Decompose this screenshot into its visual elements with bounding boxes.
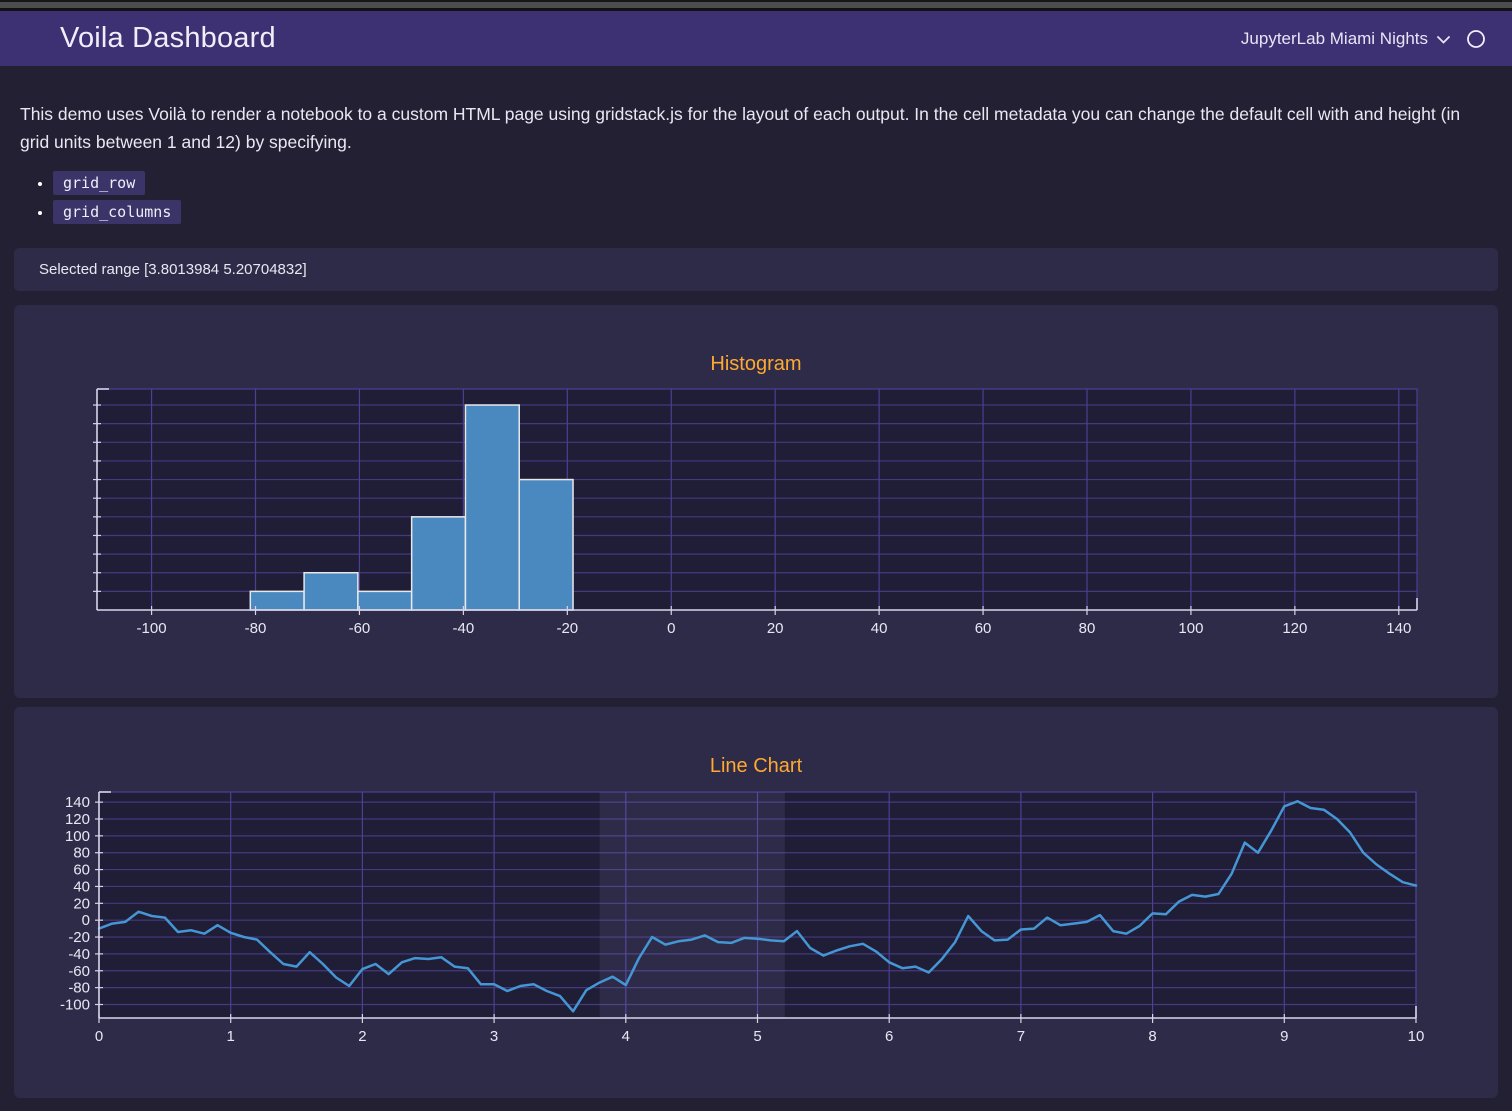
svg-text:-20: -20 <box>68 929 90 946</box>
svg-text:7: 7 <box>1017 1028 1025 1045</box>
selected-range-text: Selected range [3.8013984 5.20704832] <box>39 261 307 278</box>
histogram-bar[interactable] <box>412 517 466 610</box>
svg-text:5: 5 <box>753 1028 761 1045</box>
svg-text:140: 140 <box>65 794 90 811</box>
theme-selector-label: JupyterLab Miami Nights <box>1241 29 1428 49</box>
svg-text:-40: -40 <box>453 620 475 637</box>
svg-text:0: 0 <box>95 1028 103 1045</box>
svg-text:-60: -60 <box>68 963 90 980</box>
svg-text:140: 140 <box>1386 620 1411 637</box>
histogram-bar[interactable] <box>358 591 412 610</box>
svg-text:-20: -20 <box>556 620 578 637</box>
theme-selector[interactable]: JupyterLab Miami Nights <box>1241 29 1450 49</box>
svg-text:6: 6 <box>885 1028 893 1045</box>
svg-text:120: 120 <box>65 811 90 828</box>
svg-text:-100: -100 <box>137 620 167 637</box>
svg-text:3: 3 <box>490 1028 498 1045</box>
svg-text:10: 10 <box>1408 1028 1425 1045</box>
svg-text:80: 80 <box>1079 620 1096 637</box>
svg-text:100: 100 <box>1178 620 1203 637</box>
code-chip-grid-columns: grid_columns <box>53 200 181 224</box>
svg-text:-100: -100 <box>60 997 90 1014</box>
histogram-bar[interactable] <box>304 573 358 610</box>
svg-text:20: 20 <box>73 895 90 912</box>
linechart-panel: Line Chart 012345678910-100-80-60-40-200… <box>14 707 1498 1098</box>
list-item: grid_columns <box>53 201 1498 223</box>
linechart-figure[interactable]: 012345678910-100-80-60-40-20020406080100… <box>14 707 1498 1098</box>
svg-text:1: 1 <box>227 1028 235 1045</box>
histogram-panel: Histogram -100-80-60-40-2002040608010012… <box>14 305 1498 698</box>
page-title: Voila Dashboard <box>60 22 276 55</box>
svg-text:9: 9 <box>1280 1028 1288 1045</box>
svg-text:-60: -60 <box>349 620 371 637</box>
svg-text:60: 60 <box>73 862 90 879</box>
svg-text:60: 60 <box>975 620 992 637</box>
kernel-status-icon <box>1466 29 1486 49</box>
svg-text:40: 40 <box>73 878 90 895</box>
selected-range-panel: Selected range [3.8013984 5.20704832] <box>14 248 1498 291</box>
code-chip-grid-row: grid_row <box>53 171 145 195</box>
dashboard-main: This demo uses Voilà to render a noteboo… <box>0 100 1512 1098</box>
svg-text:4: 4 <box>622 1028 630 1045</box>
histogram-bar[interactable] <box>250 591 304 610</box>
svg-text:2: 2 <box>358 1028 366 1045</box>
svg-text:0: 0 <box>82 912 90 929</box>
metadata-list: grid_row grid_columns <box>53 172 1498 223</box>
svg-text:20: 20 <box>767 620 784 637</box>
histogram-bar[interactable] <box>519 480 573 610</box>
svg-text:0: 0 <box>667 620 675 637</box>
svg-text:40: 40 <box>871 620 888 637</box>
browser-chrome-strip <box>0 0 1512 11</box>
list-item: grid_row <box>53 172 1498 194</box>
svg-text:8: 8 <box>1148 1028 1156 1045</box>
chevron-down-icon <box>1437 36 1450 44</box>
intro-text: This demo uses Voilà to render a noteboo… <box>20 100 1488 156</box>
svg-text:-80: -80 <box>68 980 90 997</box>
histogram-figure[interactable]: -100 -80 -60 -40 -20 0 20 40 60 80 100 120 140 <box>14 305 1498 698</box>
header: Voila Dashboard JupyterLab Miami Nights <box>0 11 1512 66</box>
svg-text:-80: -80 <box>245 620 267 637</box>
histogram-bar[interactable] <box>465 405 519 610</box>
svg-text:-40: -40 <box>68 946 90 963</box>
svg-text:120: 120 <box>1282 620 1307 637</box>
svg-text:100: 100 <box>65 828 90 845</box>
svg-text:80: 80 <box>73 845 90 862</box>
